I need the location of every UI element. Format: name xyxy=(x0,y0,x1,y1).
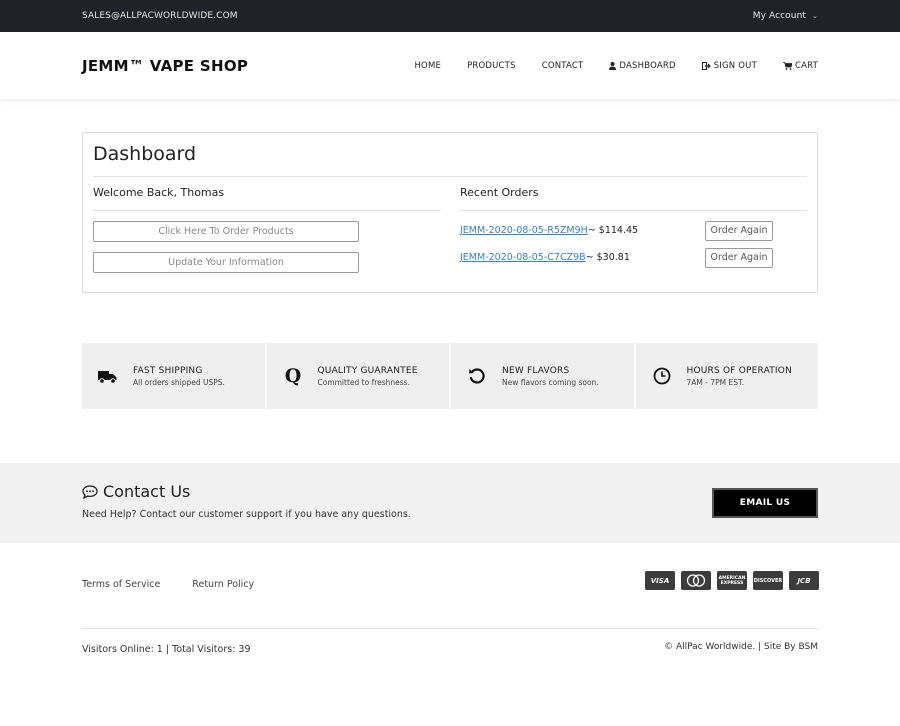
order-products-button[interactable]: Click Here To Order Products xyxy=(93,221,359,242)
q-icon: Q xyxy=(283,366,303,386)
order-row: JEMM-2020-08-05-C7CZ9B ~ $30.81 xyxy=(460,252,630,263)
feature-hours: HOURS OF OPERATION 7AM - 7PM EST. xyxy=(635,343,818,409)
refresh-icon xyxy=(467,366,487,386)
contact-section: Contact Us Need Help? Contact our custom… xyxy=(0,463,900,543)
discover-icon: DISCOVER xyxy=(753,571,783,590)
sign-out-icon xyxy=(701,61,711,70)
contact-heading: Contact Us xyxy=(82,482,190,501)
feature-quality: Q QUALITY GUARANTEE Committed to freshne… xyxy=(266,343,449,409)
visa-icon: VISA xyxy=(645,571,675,590)
nav-home[interactable]: HOME xyxy=(414,61,441,71)
nav-sign-out-label: SIGN OUT xyxy=(713,60,757,71)
email-us-button[interactable]: EMAIL US xyxy=(712,488,818,518)
recent-orders-heading: Recent Orders xyxy=(460,186,539,199)
footer-divider xyxy=(82,628,818,629)
nav-cart-label: CART xyxy=(794,60,818,71)
nav-sign-out[interactable]: SIGN OUT xyxy=(701,60,757,71)
order-amount: ~ $30.81 xyxy=(585,252,630,263)
clock-icon xyxy=(652,366,672,386)
divider xyxy=(93,210,441,211)
contact-text: Need Help? Contact our customer support … xyxy=(82,509,411,520)
top-bar: SALES@ALLPACWORLDWIDE.COM My Account ⌄ xyxy=(0,0,900,32)
terms-link[interactable]: Terms of Service xyxy=(82,579,160,590)
order-row: JEMM-2020-08-05-R5ZM9H ~ $114.45 xyxy=(460,225,638,236)
order-id-link[interactable]: JEMM-2020-08-05-R5ZM9H xyxy=(460,225,588,236)
order-id-link[interactable]: JEMM-2020-08-05-C7CZ9B xyxy=(460,252,586,263)
footer-links: Terms of Service Return Policy xyxy=(82,579,254,590)
user-icon xyxy=(609,61,617,70)
contact-heading-text: Contact Us xyxy=(103,482,191,501)
brand-logo[interactable]: JEMM™ VAPE SHOP xyxy=(82,57,248,75)
page-title: Dashboard xyxy=(93,143,197,165)
nav-products-label: PRODUCTS xyxy=(467,60,516,71)
feature-shipping: FAST SHIPPING All orders shipped USPS. xyxy=(82,343,265,409)
main-nav: HOME PRODUCTS CONTACT DASHBOARD SIGN OUT… xyxy=(414,61,818,71)
feature-flavors: NEW FLAVORS New flavors coming soon. xyxy=(451,343,634,409)
feature-title: QUALITY GUARANTEE xyxy=(317,365,418,376)
chevron-down-icon: ⌄ xyxy=(812,12,818,20)
chat-icon xyxy=(82,484,98,499)
dashboard-panel: Dashboard Welcome Back, Thomas Click Her… xyxy=(82,132,818,293)
feature-title: HOURS OF OPERATION xyxy=(686,365,793,376)
site-header: JEMM™ VAPE SHOP HOME PRODUCTS CONTACT DA… xyxy=(0,32,900,99)
return-policy-link[interactable]: Return Policy xyxy=(192,579,254,590)
my-account-menu[interactable]: My Account ⌄ xyxy=(753,11,818,21)
jcb-icon: JCB xyxy=(789,571,819,590)
feature-subtitle: New flavors coming soon. xyxy=(502,377,599,387)
truck-icon xyxy=(98,366,118,386)
nav-dashboard[interactable]: DASHBOARD xyxy=(609,60,676,71)
feature-subtitle: Committed to freshness. xyxy=(317,377,410,387)
feature-subtitle: All orders shipped USPS. xyxy=(133,377,225,387)
order-again-button[interactable]: Order Again xyxy=(705,221,773,241)
divider xyxy=(93,176,807,177)
nav-home-label: HOME xyxy=(414,60,442,71)
nav-contact-label: CONTACT xyxy=(541,60,584,71)
nav-dashboard-label: DASHBOARD xyxy=(619,60,676,71)
payment-cards: VISA AMERICAN EXPRESS DISCOVER JCB xyxy=(645,571,819,590)
divider xyxy=(460,210,807,211)
svg-text:Q: Q xyxy=(284,366,301,386)
cart-icon xyxy=(782,61,792,70)
amex-icon: AMERICAN EXPRESS xyxy=(717,571,747,590)
nav-products[interactable]: PRODUCTS xyxy=(467,61,516,71)
feature-subtitle: 7AM - 7PM EST. xyxy=(686,377,745,387)
visitor-counter: Visitors Online: 1 | Total Visitors: 39 xyxy=(82,644,251,655)
nav-cart[interactable]: CART xyxy=(782,60,818,71)
feature-title: NEW FLAVORS xyxy=(502,365,570,376)
mastercard-icon xyxy=(681,571,711,590)
copyright: © AllPac Worldwide. | Site By BSM xyxy=(664,642,818,652)
order-again-button[interactable]: Order Again xyxy=(705,248,773,268)
order-amount: ~ $114.45 xyxy=(587,225,639,236)
update-info-button[interactable]: Update Your Information xyxy=(93,252,359,273)
feature-title: FAST SHIPPING xyxy=(133,365,203,376)
welcome-message: Welcome Back, Thomas xyxy=(93,186,225,199)
contact-email[interactable]: SALES@ALLPACWORLDWIDE.COM xyxy=(82,11,238,21)
features-strip: FAST SHIPPING All orders shipped USPS. Q… xyxy=(82,343,818,409)
my-account-label: My Account xyxy=(752,11,807,21)
nav-contact[interactable]: CONTACT xyxy=(542,61,584,71)
